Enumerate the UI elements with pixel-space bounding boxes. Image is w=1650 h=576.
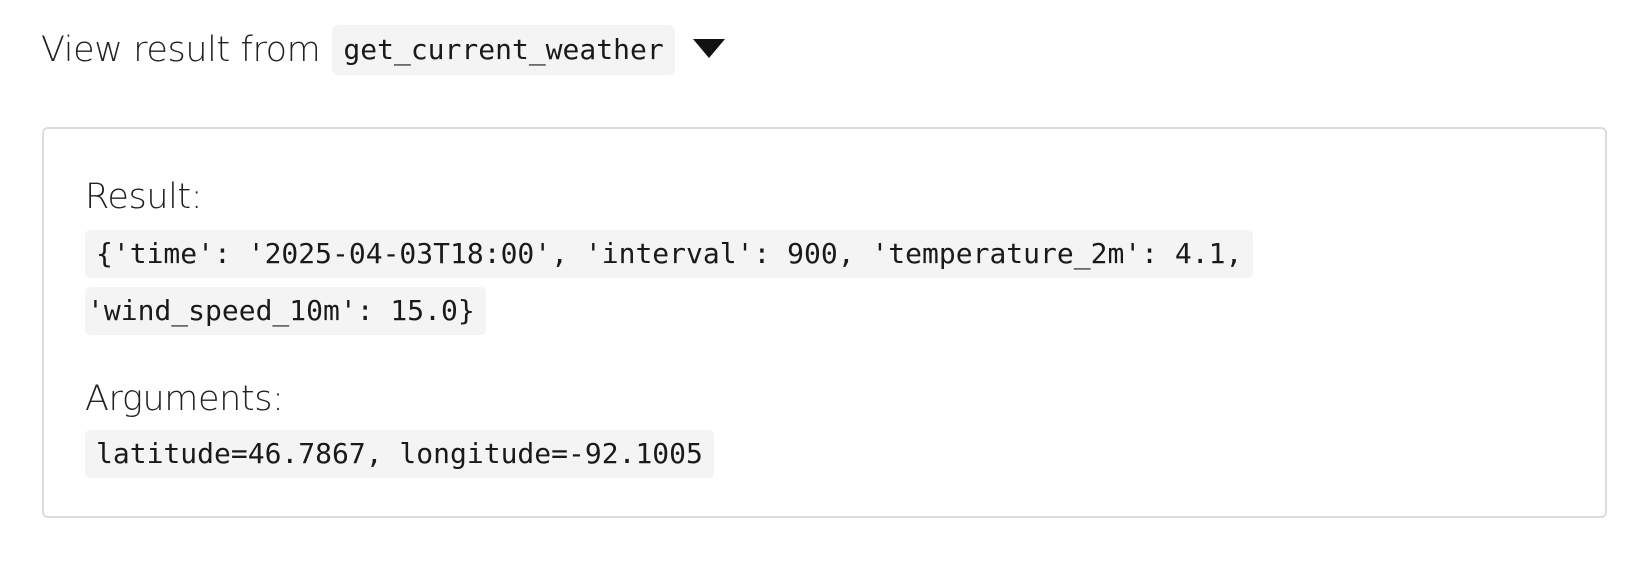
result-label: Result: (85, 177, 203, 217)
tool-name: get_current_weather (332, 25, 675, 75)
result-code: {'time': '2025-04-03T18:00', 'interval':… (85, 227, 1254, 341)
result-panel: Result: {'time': '2025-04-03T18:00', 'in… (42, 127, 1607, 518)
caret-down-icon[interactable] (692, 38, 725, 58)
arguments-code: latitude=46.7867, longitude=-92.1005 (85, 427, 714, 484)
result-toggle[interactable]: View result from get_current_weather (41, 24, 725, 76)
arguments-code-line: latitude=46.7867, longitude=-92.1005 (85, 430, 714, 478)
result-code-line-2: 'wind_speed_10m': 15.0} (85, 287, 486, 335)
arguments-label: Arguments: (85, 379, 284, 419)
result-code-line-1: {'time': '2025-04-03T18:00', 'interval':… (85, 230, 1254, 278)
summary-label: View result from (41, 30, 321, 70)
